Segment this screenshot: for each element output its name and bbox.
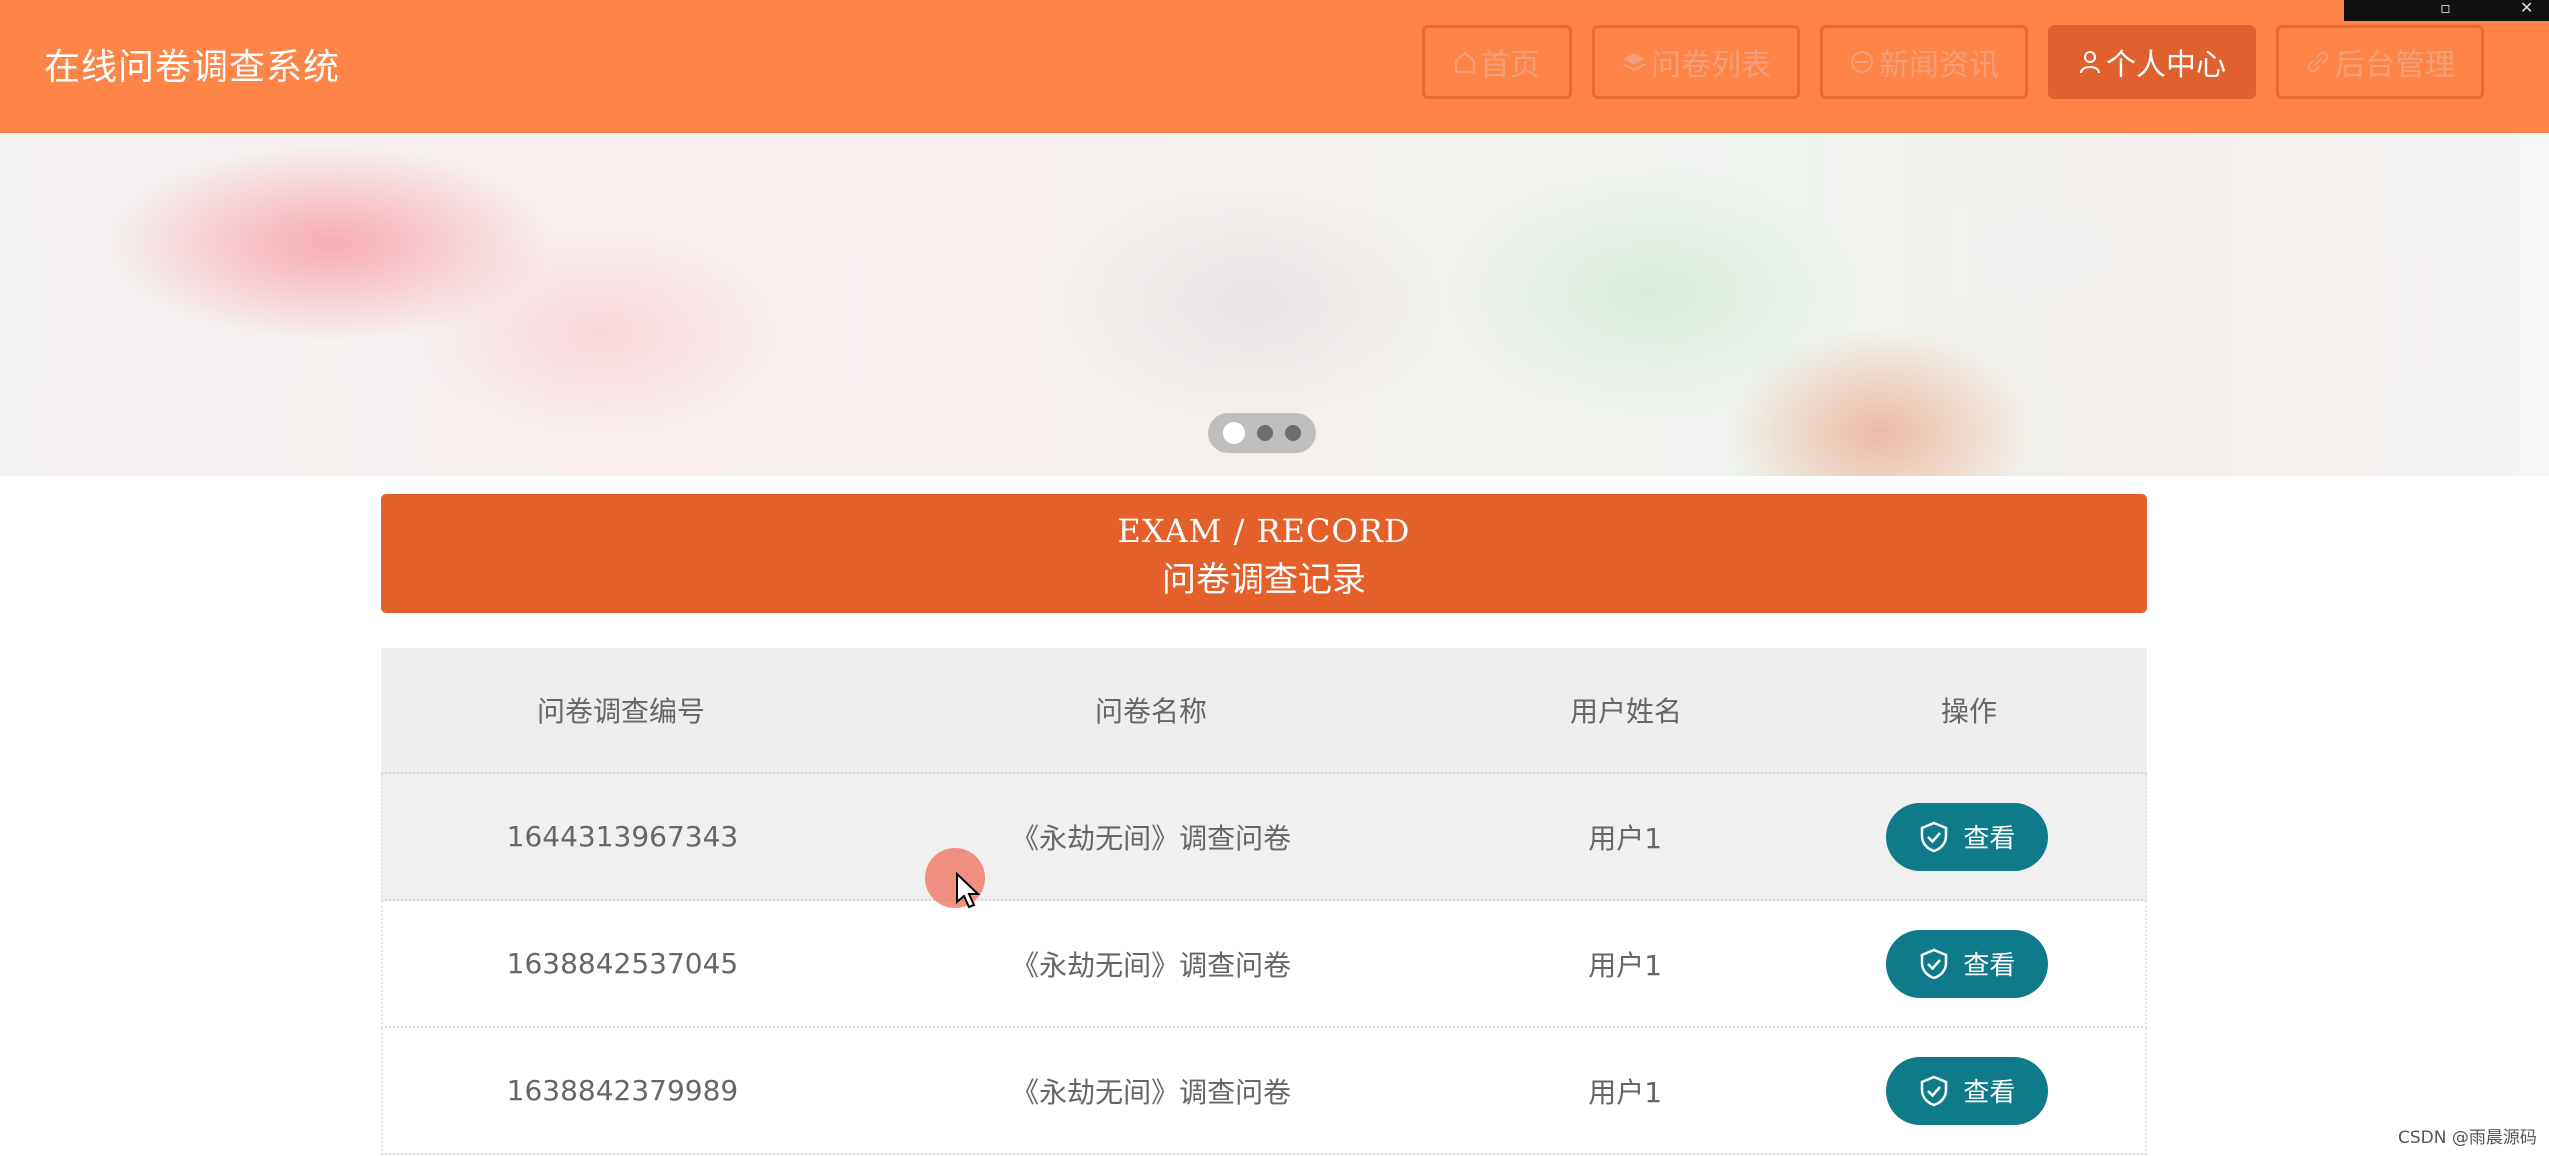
nav-news-label: 新闻资讯	[1879, 48, 1999, 83]
user-icon	[2080, 51, 2100, 74]
survey-id: 1638842379989	[506, 1074, 739, 1107]
survey-name: 《永劫无间》调查问卷	[1011, 948, 1292, 982]
site-title: 在线问卷调查系统	[44, 47, 341, 88]
column-header: 问卷名称	[1094, 695, 1207, 728]
carousel-dot[interactable]	[1285, 425, 1301, 441]
view-button[interactable]: 查看	[1886, 929, 2049, 998]
nav-survey-list-label: 问卷列表	[1651, 48, 1771, 83]
survey-name: 《永劫无间》调查问卷	[1011, 1075, 1292, 1109]
nav-admin[interactable]: 后台管理	[2276, 25, 2484, 99]
nav-personal-center-label: 个人中心	[2106, 48, 2226, 83]
user-name: 用户1	[1588, 1075, 1663, 1109]
table-row: 1638842379989 《永劫无间》调查问卷 用户1 查看	[381, 1028, 2147, 1155]
news-icon	[1851, 51, 1873, 73]
section-title-en: EXAM / RECORD	[1117, 512, 1411, 550]
home-icon	[1455, 51, 1475, 73]
view-button-label: 查看	[1963, 951, 2016, 981]
nav-admin-label: 后台管理	[2335, 48, 2455, 83]
action-cell: 查看	[1750, 802, 2145, 871]
restore-icon[interactable]: ▫	[2440, 0, 2451, 17]
window-controls: ▫ ✕	[2344, 0, 2549, 21]
table-header: 问卷调查编号 问卷名称 用户姓名 操作	[381, 648, 2147, 774]
layers-icon	[1622, 53, 1646, 72]
action-cell: 查看	[1750, 1056, 2145, 1125]
table-row: 1638842537045 《永劫无间》调查问卷 用户1 查看	[381, 901, 2147, 1028]
nav-home[interactable]: 首页	[1422, 25, 1572, 99]
survey-id: 1638842537045	[506, 947, 739, 980]
view-button-label: 查看	[1963, 824, 2016, 854]
main-nav: 首页 问卷列表 新闻资讯 个人中心 后台管理	[1422, 25, 2484, 99]
user-name: 用户1	[1588, 948, 1663, 982]
hero-carousel	[0, 133, 2549, 476]
survey-id: 1644313967343	[506, 820, 739, 853]
carousel-dot[interactable]	[1257, 425, 1273, 441]
watermark: CSDN @雨晨源码	[2398, 1128, 2537, 1148]
view-button-label: 查看	[1963, 1078, 2016, 1108]
close-icon[interactable]: ✕	[2520, 0, 2533, 17]
shield-check-icon	[1921, 1075, 1948, 1106]
carousel-dot[interactable]	[1223, 422, 1245, 444]
column-header: 用户姓名	[1569, 695, 1682, 728]
table-row: 1644313967343 《永劫无间》调查问卷 用户1 查看	[381, 774, 2147, 901]
shield-check-icon	[1921, 821, 1948, 852]
nav-news[interactable]: 新闻资讯	[1820, 25, 2028, 99]
record-table: 问卷调查编号 问卷名称 用户姓名 操作 1644313967343 《永劫无间》…	[381, 648, 2147, 1155]
column-header-label: 操作	[1940, 695, 1997, 728]
link-icon	[2307, 51, 2329, 73]
nav-survey-list[interactable]: 问卷列表	[1592, 25, 1800, 99]
column-header: 操作	[1751, 690, 2147, 730]
section-title-cn: 问卷调查记录	[1162, 560, 1366, 600]
nav-personal-center[interactable]: 个人中心	[2048, 25, 2256, 99]
action-cell: 查看	[1750, 929, 2145, 998]
carousel-indicators	[1208, 413, 1316, 453]
shield-check-icon	[1921, 948, 1948, 979]
view-button[interactable]: 查看	[1886, 802, 2049, 871]
mouse-cursor-icon	[956, 872, 981, 909]
section-header: EXAM / RECORD 问卷调查记录	[381, 494, 2147, 613]
user-name: 用户1	[1588, 821, 1663, 855]
nav-home-label: 首页	[1480, 48, 1540, 83]
column-header: 问卷调查编号	[536, 695, 705, 728]
view-button[interactable]: 查看	[1886, 1056, 2049, 1125]
top-navbar: 在线问卷调查系统 首页 问卷列表 新闻资讯 个人中心 后台管理	[0, 0, 2549, 133]
